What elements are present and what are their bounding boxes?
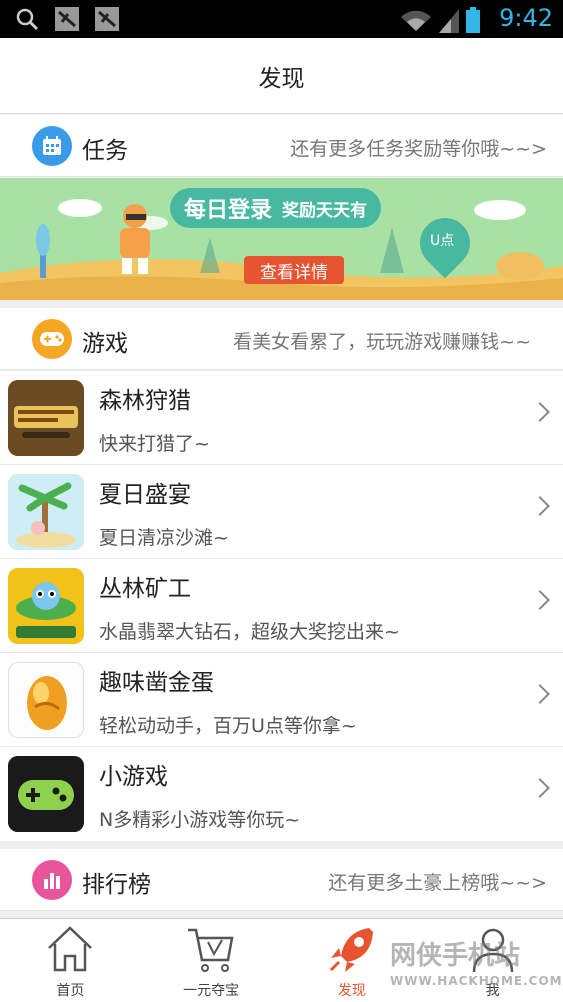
tab-one-yuan[interactable]: 一元夺宝 — [141, 919, 282, 1002]
game-name: 丛林矿工 — [99, 576, 191, 602]
chevron-right-icon — [530, 402, 550, 422]
status-time: 9:42 — [499, 4, 553, 32]
list-item[interactable]: 夏日盛宴 夏日清凉沙滩~ — [0, 465, 563, 559]
list-item[interactable]: 丛林矿工 水晶翡翠大钻石，超级大奖挖出来~ — [0, 559, 563, 653]
ranking-section-header[interactable]: 排行榜 还有更多土豪上榜哦~~> — [0, 849, 563, 911]
game-desc: 夏日清凉沙滩~ — [99, 527, 229, 549]
summer-feast-icon — [8, 474, 84, 550]
games-hint: 看美女看累了，玩玩游戏赚赚钱~~ — [233, 331, 531, 353]
pin-label: U点 — [430, 233, 455, 249]
list-item[interactable]: 趣味凿金蛋 轻松动动手，百万U点等你拿~ — [0, 653, 563, 747]
status-bar: 9:42 — [0, 0, 563, 38]
page-title: 发现 — [258, 65, 305, 92]
gamepad-circle-icon — [32, 319, 72, 359]
daily-login-banner[interactable]: 每日登录 奖励天天有 查看详情 U点 — [0, 178, 563, 300]
list-item[interactable]: 森林狩猎 快来打猎了~ — [0, 371, 563, 465]
wifi-icon — [401, 10, 431, 32]
list-item[interactable]: 小游戏 N多精彩小游戏等你玩~ — [0, 747, 563, 841]
banner-title: 每日登录 奖励天天有 — [170, 188, 382, 228]
banner-subtitle: 奖励天天有 — [282, 200, 368, 221]
tasks-more-link[interactable]: 还有更多任务奖励等你哦~~> — [290, 134, 547, 161]
chevron-right-icon — [530, 684, 550, 704]
game-desc: 快来打猎了~ — [99, 433, 210, 455]
signal-icon — [439, 9, 459, 33]
golden-egg-icon — [8, 662, 84, 738]
chevron-right-icon — [530, 590, 550, 610]
jungle-miner-icon — [8, 568, 84, 644]
view-details-button[interactable]: 查看详情 — [244, 256, 344, 284]
calendar-icon — [32, 126, 72, 166]
notification-icon — [55, 7, 79, 31]
chevron-right-icon — [530, 778, 550, 798]
tab-label: 发现 — [337, 983, 366, 999]
watermark-text: 网侠手机站 — [390, 941, 521, 971]
notification-icon — [95, 7, 119, 31]
bar-chart-icon — [32, 860, 72, 900]
banner-title-main: 每日登录 — [184, 198, 273, 223]
watermark-url: WWW.HACKHOME.COM — [390, 974, 563, 988]
cart-icon — [188, 928, 234, 972]
forest-hunt-icon — [8, 380, 84, 456]
games-title: 游戏 — [82, 331, 128, 357]
ranking-title: 排行榜 — [82, 872, 151, 898]
battery-icon — [466, 7, 480, 33]
game-desc: 轻松动动手，百万U点等你拿~ — [99, 715, 357, 737]
ranking-more-link[interactable]: 还有更多土豪上榜哦~~> — [328, 868, 547, 895]
game-name: 趣味凿金蛋 — [99, 670, 214, 696]
tasks-section-header[interactable]: 任务 还有更多任务奖励等你哦~~> — [0, 115, 563, 177]
game-desc: 水晶翡翠大钻石，超级大奖挖出来~ — [99, 621, 400, 643]
page-header: 发现 — [0, 38, 563, 114]
tab-label: 首页 — [56, 983, 85, 999]
gamepad-icon — [8, 756, 84, 832]
home-icon — [48, 926, 93, 972]
game-name: 小游戏 — [99, 764, 168, 790]
game-list: 森林狩猎 快来打猎了~ 夏日盛宴 夏日清凉沙滩~ 丛林矿工 水晶翡翠大钻石，超级… — [0, 371, 563, 841]
game-name: 夏日盛宴 — [99, 482, 191, 508]
games-section-header[interactable]: 游戏 看美女看累了，玩玩游戏赚赚钱~~ — [0, 308, 563, 370]
tasks-title: 任务 — [82, 138, 128, 164]
tab-home[interactable]: 首页 — [0, 919, 141, 1002]
tab-label: 一元夺宝 — [183, 983, 240, 999]
rocket-icon — [329, 928, 373, 972]
watermark: 网侠手机站 WWW.HACKHOME.COM — [390, 935, 563, 988]
chevron-right-icon — [530, 496, 550, 516]
game-name: 森林狩猎 — [99, 388, 191, 414]
search-icon — [16, 8, 39, 31]
game-desc: N多精彩小游戏等你玩~ — [99, 809, 301, 831]
